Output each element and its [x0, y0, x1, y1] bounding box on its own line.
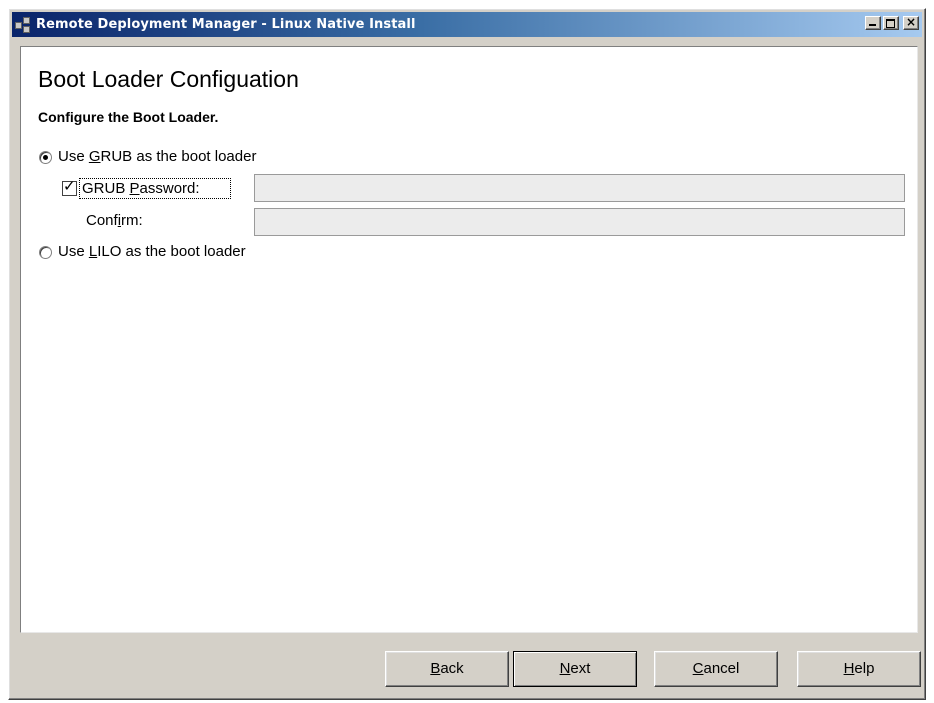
page-subtitle: Configure the Boot Loader. [38, 109, 219, 125]
minimize-button[interactable] [865, 16, 881, 30]
back-button[interactable]: Back [385, 651, 509, 687]
cancel-button[interactable]: Cancel [654, 651, 778, 687]
next-button[interactable]: Next [513, 651, 637, 687]
page-title: Boot Loader Configuation [38, 66, 299, 92]
help-button[interactable]: Help [797, 651, 921, 687]
grub-radio[interactable] [39, 151, 52, 164]
app-icon [15, 16, 33, 33]
lilo-radio[interactable] [39, 246, 52, 259]
checkmark-icon: ✓ [63, 177, 76, 195]
grub-password-input[interactable] [254, 174, 905, 202]
maximize-button[interactable] [883, 16, 899, 30]
confirm-password-input[interactable] [254, 208, 905, 236]
confirm-label: Confirm: [86, 212, 143, 229]
close-icon: × [905, 15, 917, 29]
content-panel: Boot Loader Configuation Configure the B… [20, 46, 918, 633]
title-bar[interactable]: Remote Deployment Manager - Linux Native… [12, 12, 922, 37]
lilo-radio-label[interactable]: Use LILO as the boot loader [58, 243, 246, 260]
window-title: Remote Deployment Manager - Linux Native… [36, 17, 416, 32]
grub-password-label[interactable]: GRUB Password: [82, 180, 200, 197]
grub-password-checkbox[interactable]: ✓ [62, 177, 77, 196]
grub-radio-label[interactable]: Use GRUB as the boot loader [58, 148, 256, 165]
close-button[interactable]: × [903, 16, 919, 30]
